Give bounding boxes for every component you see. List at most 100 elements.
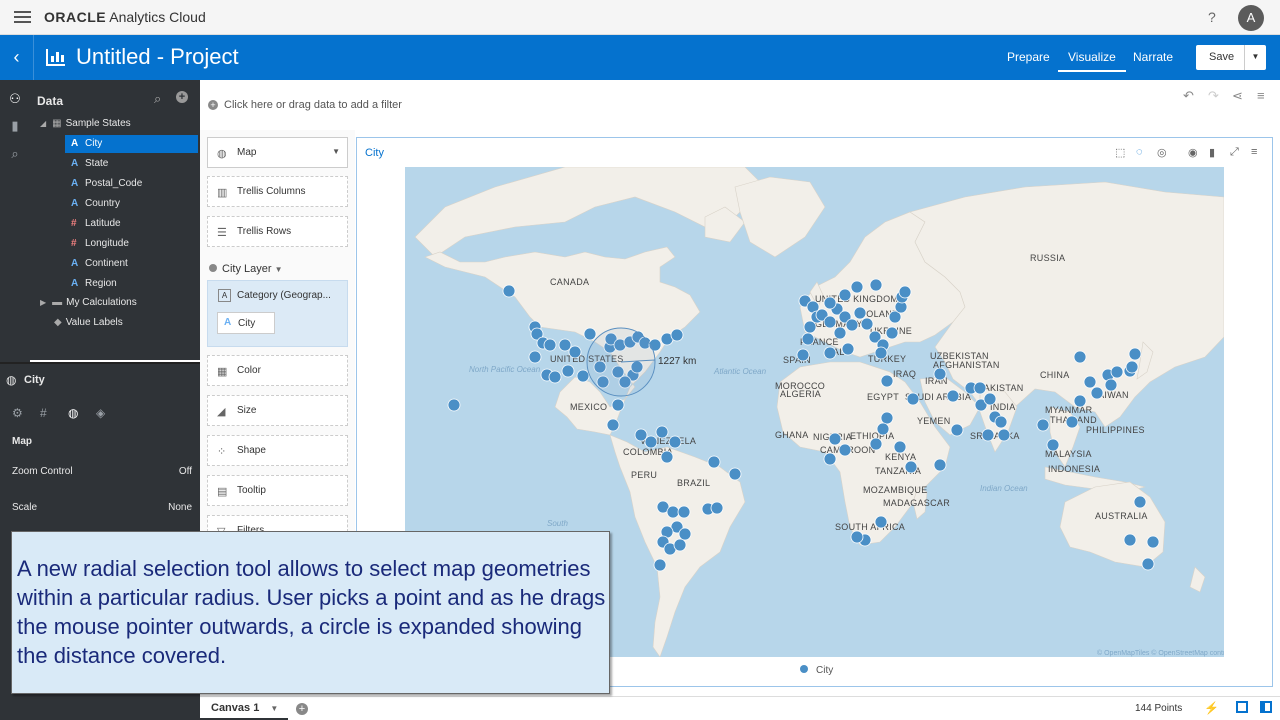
- city-point[interactable]: [823, 315, 837, 329]
- city-point[interactable]: [869, 437, 883, 451]
- project-title[interactable]: Untitled - Project: [76, 44, 239, 70]
- dataset-item[interactable]: ◢ ▦ Sample States: [40, 115, 131, 133]
- viz-menu-icon[interactable]: ≡: [1251, 146, 1257, 158]
- city-point[interactable]: [833, 326, 847, 340]
- city-point[interactable]: [655, 425, 669, 439]
- city-point[interactable]: [841, 342, 855, 356]
- zoom-control-row[interactable]: Zoom Control Off: [12, 466, 192, 477]
- city-point[interactable]: [1146, 535, 1160, 549]
- radial-select-icon[interactable]: ◌: [1136, 146, 1143, 158]
- column-item-postal-code[interactable]: A Postal_Code: [65, 175, 142, 193]
- city-point[interactable]: [801, 332, 815, 346]
- city-point[interactable]: [973, 381, 987, 395]
- column-item-latitude[interactable]: # Latitude: [65, 215, 121, 233]
- number-format-icon[interactable]: #: [40, 406, 68, 420]
- city-point[interactable]: [893, 440, 907, 454]
- save-button[interactable]: Save ▼: [1196, 45, 1266, 70]
- user-avatar[interactable]: A: [1238, 5, 1264, 31]
- city-point[interactable]: [660, 450, 674, 464]
- city-point[interactable]: [885, 326, 899, 340]
- value-labels-item[interactable]: ◆ Value Labels: [54, 314, 123, 332]
- city-point[interactable]: [677, 505, 691, 519]
- city-point[interactable]: [710, 501, 724, 515]
- city-point[interactable]: [634, 428, 648, 442]
- city-point[interactable]: [823, 346, 837, 360]
- city-point[interactable]: [1073, 350, 1087, 364]
- city-point[interactable]: [946, 389, 960, 403]
- city-point[interactable]: [904, 460, 918, 474]
- city-point[interactable]: [1090, 386, 1104, 400]
- viz-type-select[interactable]: ◍ Map ▼: [207, 137, 348, 168]
- target-icon[interactable]: ◉: [1188, 146, 1198, 159]
- city-point[interactable]: [898, 285, 912, 299]
- city-point[interactable]: [728, 467, 742, 481]
- city-point[interactable]: [1046, 438, 1060, 452]
- city-point[interactable]: [981, 428, 995, 442]
- city-point[interactable]: [576, 369, 590, 383]
- city-point[interactable]: [1073, 394, 1087, 408]
- tab-prepare[interactable]: Prepare: [1007, 50, 1050, 64]
- city-point[interactable]: [997, 428, 1011, 442]
- freeform-select-icon[interactable]: ◎: [1157, 146, 1167, 159]
- city-point[interactable]: [853, 306, 867, 320]
- column-item-state[interactable]: A State: [65, 155, 108, 173]
- city-point[interactable]: [1133, 495, 1147, 509]
- chart-type-icon[interactable]: ▮: [1209, 146, 1215, 159]
- city-point[interactable]: [880, 374, 894, 388]
- rectangle-select-icon[interactable]: ⬚: [1115, 146, 1125, 159]
- city-point[interactable]: [653, 558, 667, 572]
- filter-placeholder[interactable]: Click here or drag data to add a filter: [224, 99, 402, 111]
- city-point[interactable]: [933, 458, 947, 472]
- add-filter-icon[interactable]: +: [208, 100, 218, 110]
- maximize-icon[interactable]: ⤢: [1230, 146, 1239, 159]
- city-point[interactable]: [1036, 418, 1050, 432]
- city-point[interactable]: [983, 392, 997, 406]
- city-point[interactable]: [850, 530, 864, 544]
- save-dropdown-icon[interactable]: ▼: [1244, 45, 1266, 70]
- city-point[interactable]: [561, 364, 575, 378]
- map-legend[interactable]: City: [800, 665, 833, 676]
- city-point[interactable]: [823, 452, 837, 466]
- city-point[interactable]: [1104, 378, 1118, 392]
- color-dropzone[interactable]: ▦ Color: [207, 355, 348, 386]
- add-canvas-icon[interactable]: +: [296, 703, 308, 715]
- city-point[interactable]: [548, 370, 562, 384]
- city-point[interactable]: [611, 398, 625, 412]
- auto-apply-icon[interactable]: ⚡: [1204, 701, 1219, 715]
- hamburger-menu-icon[interactable]: [14, 11, 31, 23]
- city-point[interactable]: [1083, 375, 1097, 389]
- redo-icon[interactable]: ↷: [1208, 88, 1219, 104]
- map-settings-icon[interactable]: ◍: [68, 406, 96, 420]
- data-panel-icon[interactable]: ⚇: [7, 91, 23, 107]
- help-icon[interactable]: ?: [1208, 9, 1216, 25]
- city-point[interactable]: [906, 392, 920, 406]
- trellis-rows-dropzone[interactable]: ☰ Trellis Rows: [207, 216, 348, 247]
- city-point[interactable]: [1065, 415, 1079, 429]
- canvas-tab[interactable]: Canvas 1 ▼: [200, 697, 288, 720]
- city-point[interactable]: [1110, 365, 1124, 379]
- menu-icon[interactable]: ≡: [1257, 88, 1265, 103]
- tab-narrate[interactable]: Narrate: [1133, 50, 1173, 64]
- city-point[interactable]: [1123, 533, 1137, 547]
- city-point[interactable]: [558, 338, 572, 352]
- column-item-country[interactable]: A Country: [65, 195, 120, 213]
- back-arrow-icon[interactable]: ‹: [0, 35, 34, 80]
- city-layer-header[interactable]: City Layer ▼: [209, 263, 283, 275]
- city-point[interactable]: [606, 418, 620, 432]
- search-icon[interactable]: ⌕: [154, 91, 161, 107]
- add-data-icon[interactable]: +: [176, 91, 188, 103]
- city-point[interactable]: [1141, 557, 1155, 571]
- city-point[interactable]: [447, 398, 461, 412]
- city-point[interactable]: [876, 422, 890, 436]
- tooltip-dropzone[interactable]: ▤ Tooltip: [207, 475, 348, 506]
- city-point[interactable]: [850, 280, 864, 294]
- city-point[interactable]: [502, 284, 516, 298]
- visualizations-icon[interactable]: ▮: [7, 118, 23, 134]
- tab-visualize[interactable]: Visualize: [1058, 50, 1126, 72]
- city-point[interactable]: [666, 505, 680, 519]
- my-calculations-folder[interactable]: ▶ ▬ My Calculations: [40, 294, 137, 312]
- city-point[interactable]: [838, 288, 852, 302]
- city-point[interactable]: [860, 317, 874, 331]
- city-point[interactable]: [796, 348, 810, 362]
- city-point[interactable]: [1125, 360, 1139, 374]
